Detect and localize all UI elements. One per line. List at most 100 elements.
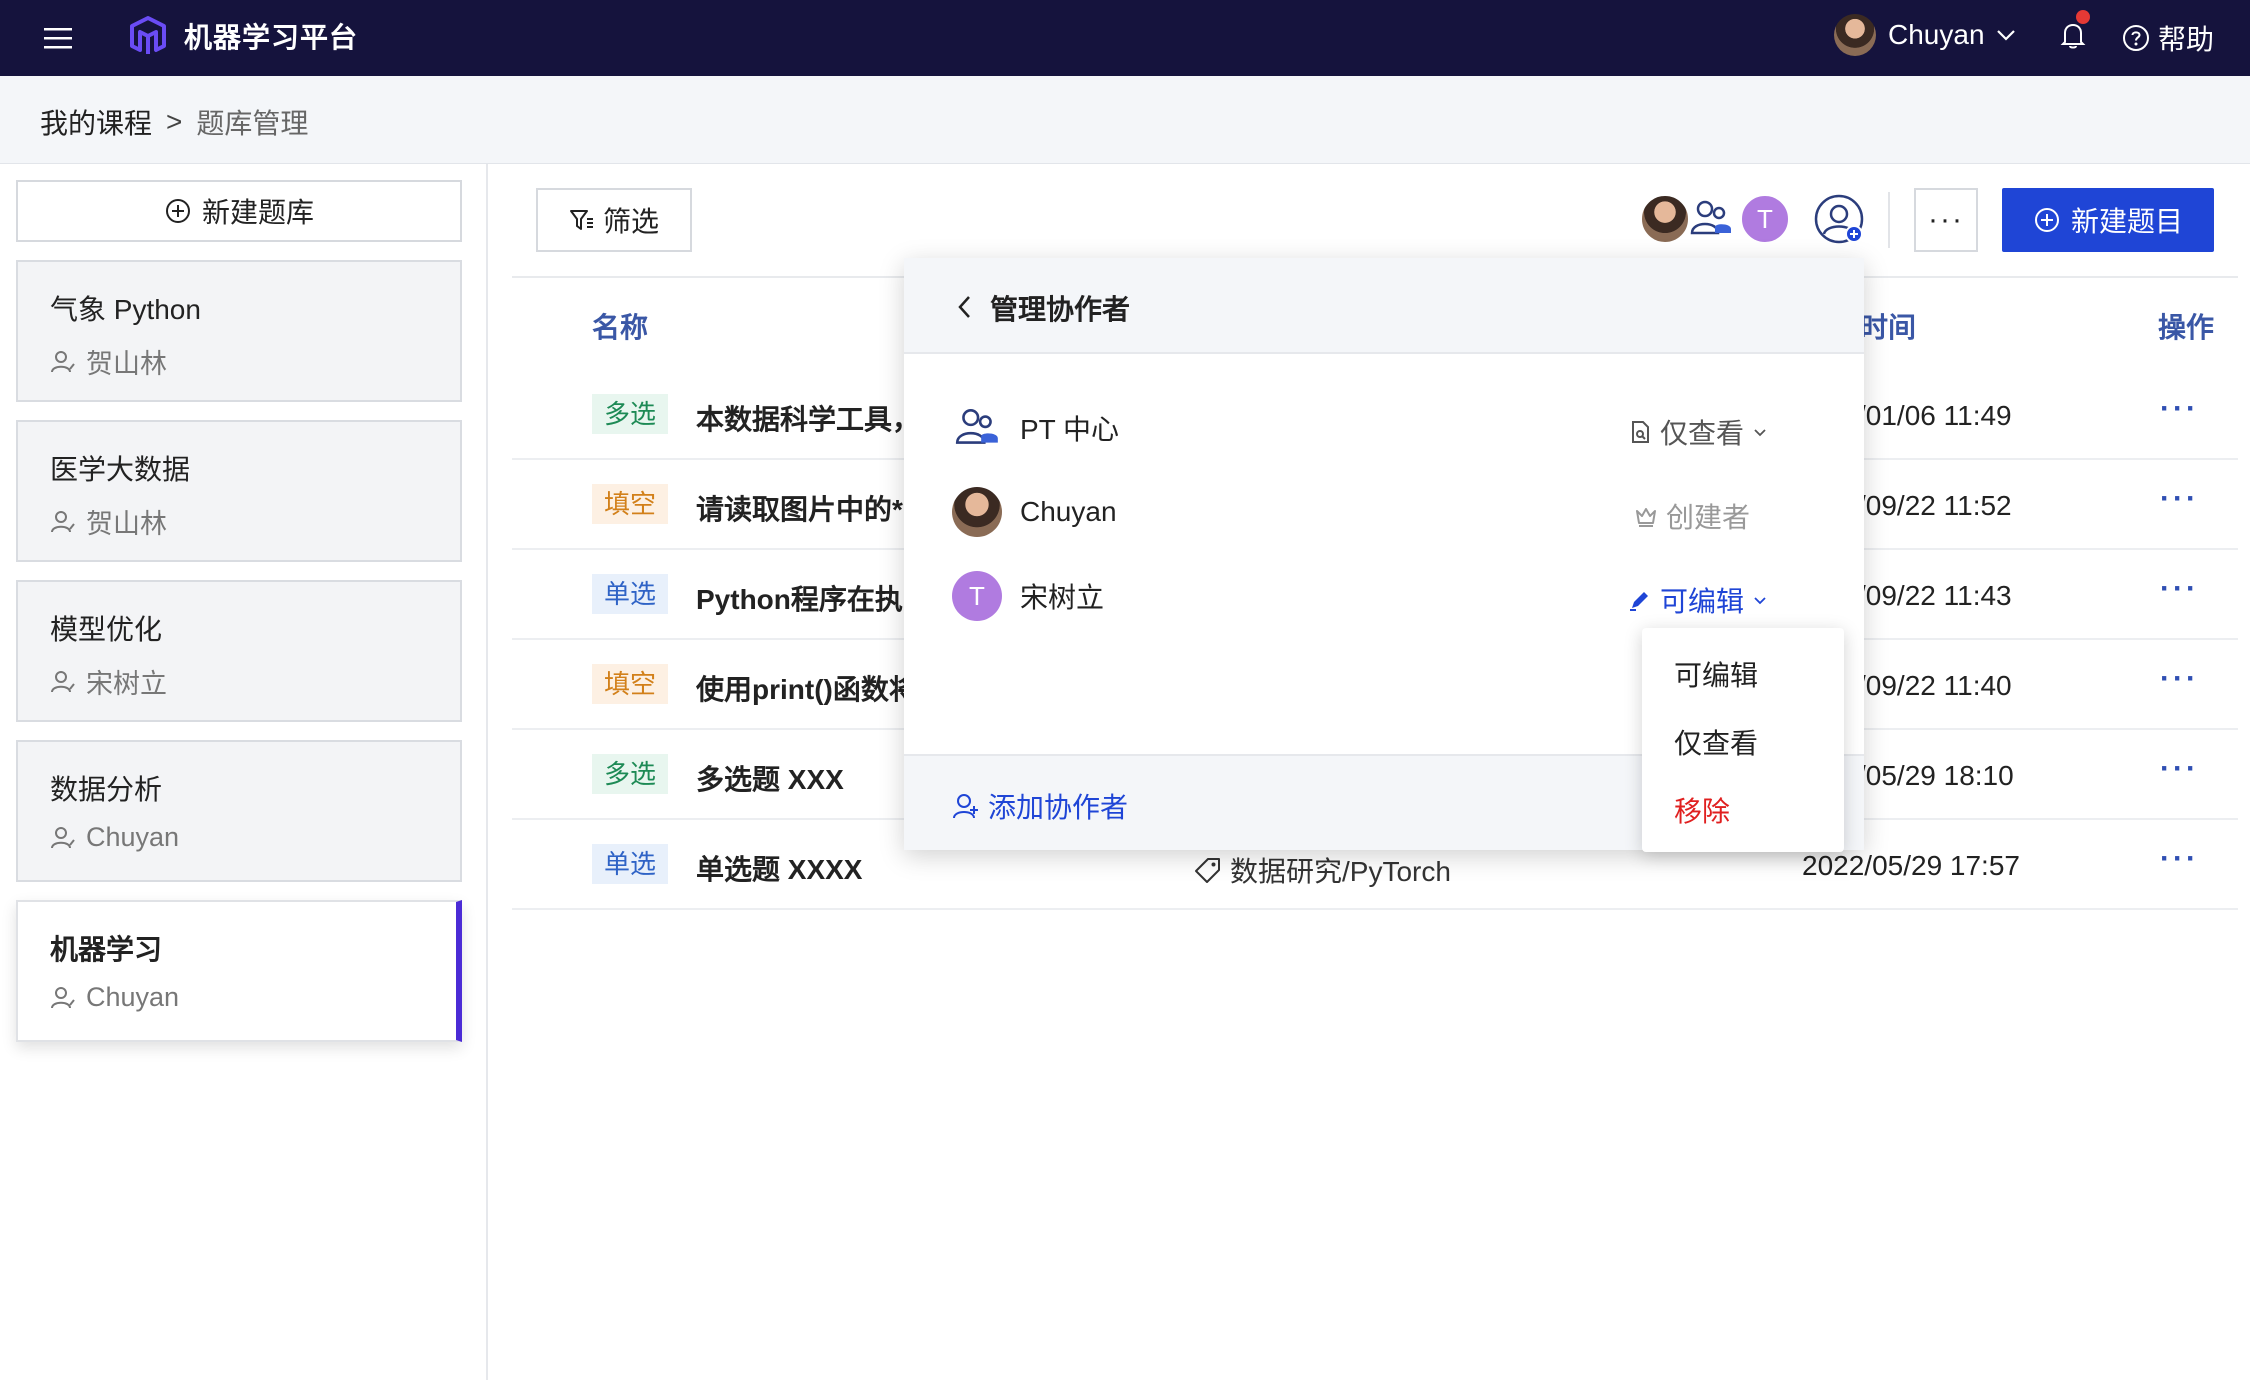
bank-title: 机器学习	[50, 934, 163, 965]
chevron-down-icon	[1754, 597, 1766, 605]
bank-owner-name: Chuyan	[86, 982, 180, 1012]
bank-owner-name: 贺山林	[86, 349, 167, 379]
bank-card-active[interactable]: 机器学习 Chuyan	[16, 900, 462, 1042]
new-question-label: 新建题目	[2070, 206, 2183, 237]
bank-owner: 贺山林	[50, 502, 167, 541]
bank-owner-name: Chuyan	[86, 822, 180, 852]
row-actions-button[interactable]: ···	[2160, 842, 2199, 876]
add-collaborator-link[interactable]: 添加协作者	[952, 786, 1128, 826]
bank-card[interactable]: 医学大数据 贺山林	[16, 420, 462, 562]
owner-role: 创建者	[1634, 496, 1750, 536]
bank-card[interactable]: 模型优化 宋树立	[16, 580, 462, 722]
panel-title: 管理协作者	[990, 294, 1131, 325]
row-actions-button[interactable]: ···	[2160, 572, 2199, 606]
breadcrumb: 我的课程 > 题库管理	[40, 102, 308, 142]
breadcrumb-my-courses[interactable]: 我的课程	[40, 102, 152, 142]
user-icon	[51, 670, 75, 692]
column-header-time: 时间	[1860, 312, 1917, 343]
new-bank-button[interactable]: 新建题库	[16, 180, 462, 242]
question-type-badge: 填空	[592, 484, 669, 524]
help-link[interactable]: 帮助	[2122, 18, 2214, 58]
chevron-down-icon	[1996, 30, 2015, 41]
row-actions-button[interactable]: ···	[2160, 752, 2199, 786]
user-icon	[51, 510, 75, 532]
bank-owner: Chuyan	[50, 822, 179, 853]
row-actions-button[interactable]: ···	[2160, 392, 2199, 426]
question-time: 2022/05/29 17:57	[1802, 850, 2020, 881]
question-time: /05/29 18:10	[1858, 760, 2014, 791]
chevron-left-icon[interactable]	[954, 294, 976, 320]
option-view-only[interactable]: 仅查看	[1674, 722, 1758, 762]
row-actions-button[interactable]: ···	[2160, 482, 2199, 516]
notification-badge	[2076, 10, 2090, 24]
add-collaborator-icon[interactable]	[1812, 192, 1866, 246]
question-time: /09/22 11:52	[1858, 490, 2012, 521]
user-icon	[51, 826, 75, 848]
bank-owner: 贺山林	[50, 342, 167, 381]
tag-icon	[1195, 858, 1220, 883]
filter-button[interactable]: 筛选	[536, 188, 692, 252]
question-bank-sidebar: 新建题库 气象 Python 贺山林 医学大数据 贺山林 模型优化 宋树立 数据…	[0, 164, 488, 1380]
option-can-edit[interactable]: 可编辑	[1674, 654, 1758, 694]
question-type-badge: 单选	[592, 574, 669, 614]
add-user-icon	[953, 794, 978, 819]
question-type-badge: 单选	[592, 844, 669, 884]
question-time: /01/06 11:49	[1858, 400, 2012, 431]
collaborator-row: T 宋树立 可编辑	[952, 566, 1824, 626]
add-collaborator-label: 添加协作者	[988, 792, 1129, 823]
bank-title: 数据分析	[50, 774, 163, 805]
collaborator-avatars[interactable]: T	[1640, 194, 1790, 244]
help-icon	[2123, 25, 2149, 51]
crown-icon	[1635, 508, 1656, 527]
top-navbar: 机器学习平台 Chuyan 帮助	[0, 0, 2250, 76]
question-time: /09/22 11:40	[1858, 670, 2012, 701]
question-tag: 数据研究/PyTorch	[1194, 850, 1451, 890]
brand[interactable]: 机器学习平台	[126, 14, 358, 58]
bank-owner: 宋树立	[50, 662, 167, 701]
collaborator-avatar-initial: T	[1740, 194, 1790, 244]
option-remove[interactable]: 移除	[1674, 790, 1730, 830]
hamburger-menu-icon[interactable]	[42, 22, 74, 54]
toolbar-divider	[1888, 192, 1890, 248]
permission-select[interactable]: 仅查看	[1628, 412, 1776, 452]
question-title[interactable]: 请读取图片中的*	[696, 488, 903, 528]
user-menu[interactable]: Chuyan	[1834, 14, 2017, 56]
bank-title: 模型优化	[50, 614, 163, 645]
question-title[interactable]: 多选题 XXX	[696, 758, 844, 798]
group-users-icon	[952, 403, 1002, 453]
bank-card[interactable]: 数据分析 Chuyan	[16, 740, 462, 882]
user-icon	[51, 350, 75, 372]
more-options-button[interactable]: ···	[1914, 188, 1978, 252]
column-header-name: 名称	[592, 312, 649, 343]
collaborator-name: PT 中心	[1020, 414, 1120, 445]
bank-title: 气象 Python	[50, 294, 201, 325]
permission-select[interactable]: 可编辑	[1628, 580, 1776, 620]
plus-circle-icon	[165, 199, 190, 223]
view-document-icon	[1631, 421, 1649, 443]
collaborator-row: PT 中心 仅查看	[952, 398, 1824, 458]
bank-owner: Chuyan	[50, 982, 179, 1013]
row-actions-button[interactable]: ···	[2160, 662, 2199, 696]
collaborator-name: Chuyan	[1020, 496, 1117, 527]
question-title[interactable]: 单选题 XXXX	[696, 848, 862, 888]
question-type-badge: 多选	[592, 394, 669, 434]
bank-title: 医学大数据	[50, 454, 191, 485]
breadcrumb-current: 题库管理	[196, 108, 309, 139]
question-time: /09/22 11:43	[1858, 580, 2012, 611]
filter-icon	[569, 210, 593, 230]
user-icon	[51, 986, 75, 1008]
user-name: Chuyan	[1888, 19, 1985, 50]
question-title[interactable]: 使用print()函数将	[696, 668, 917, 708]
breadcrumb-separator: >	[166, 106, 183, 137]
question-title[interactable]: 本数据科学工具，	[696, 398, 920, 438]
permission-dropdown-menu: 可编辑 仅查看 移除	[1642, 628, 1844, 852]
new-bank-label: 新建题库	[201, 197, 314, 228]
app-title: 机器学习平台	[184, 22, 359, 53]
new-question-button[interactable]: 新建题目	[2002, 188, 2214, 252]
breadcrumb-bar: 我的课程 > 题库管理	[0, 76, 2250, 164]
bank-owner-name: 贺山林	[86, 509, 167, 539]
bank-owner-name: 宋树立	[86, 669, 167, 699]
bank-card[interactable]: 气象 Python 贺山林	[16, 260, 462, 402]
question-title[interactable]: Python程序在执	[696, 578, 903, 618]
pen-icon	[1629, 592, 1648, 611]
